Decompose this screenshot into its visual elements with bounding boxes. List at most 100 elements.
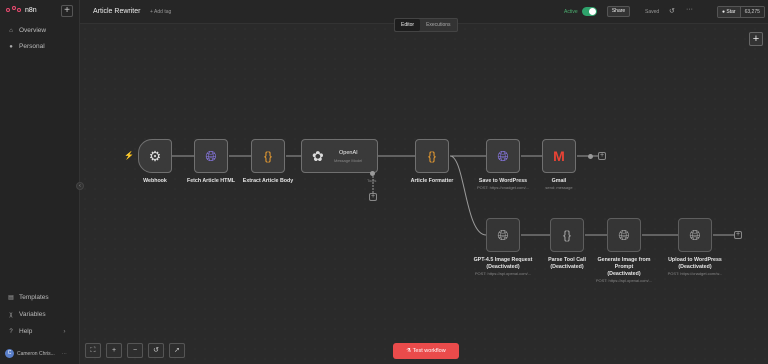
reset-zoom-button[interactable]: ↺ [148, 343, 164, 358]
webhook-icon: ⚙ [148, 148, 162, 164]
more-options-icon[interactable]: ··· [686, 6, 693, 13]
canvas-toolbar: ⛶ + − ↺ ➚ [85, 343, 185, 358]
node-label: Upload to WordPress [668, 257, 722, 263]
test-workflow-label: Test workflow [412, 348, 446, 354]
add-next-node-button[interactable]: + [734, 231, 742, 239]
gmail-icon: M [553, 148, 565, 164]
globe-icon: 🌐︎ [689, 227, 701, 243]
node-label: GPT-4.5 Image Request [473, 257, 533, 263]
share-button[interactable]: Share [607, 6, 630, 17]
node-label: Generate Image from [597, 257, 651, 263]
saved-status: Saved [645, 9, 660, 15]
code-icon: {} [427, 149, 436, 163]
sidebar-item-label: Overview [19, 27, 47, 34]
node-label: Webhook [143, 178, 167, 184]
node-webhook[interactable]: ⚙ [138, 139, 172, 173]
node-generate-image[interactable]: 🌐︎ [607, 218, 641, 252]
github-star-button[interactable]: ● Star 63,275 [717, 6, 765, 18]
history-icon[interactable]: ↺ [669, 7, 675, 15]
avatar: C [5, 349, 14, 358]
node-subtitle: POST: https://cnadget.com/... [476, 185, 530, 190]
node-article-formatter[interactable]: {} [415, 139, 449, 173]
tool-connector[interactable] [370, 171, 375, 176]
globe-icon: 🌐︎ [205, 148, 217, 164]
zoom-out-button[interactable]: − [127, 343, 143, 358]
active-toggle[interactable] [582, 7, 597, 16]
chevron-right-icon: › [63, 328, 66, 335]
output-connector[interactable] [588, 154, 593, 159]
node-subtitle: POST: https://cnadget.com/w... [667, 271, 723, 276]
node-subtitle: POST: https://api.openai.com/... [474, 271, 532, 276]
add-next-node-button[interactable]: + [598, 152, 606, 160]
zoom-in-button[interactable]: + [106, 343, 122, 358]
flask-icon: ⚗ [406, 348, 412, 354]
active-label: Active [564, 9, 578, 15]
collapse-sidebar-button[interactable]: ‹ [76, 182, 84, 190]
globe-icon: 🌐︎ [497, 227, 509, 243]
node-subtitle: Message Model [334, 158, 363, 163]
user-menu[interactable]: C Cameron Chris... ··· [5, 349, 67, 358]
star-label: Star [726, 9, 736, 15]
star-count: 63,275 [739, 7, 764, 17]
node-subtitle: send: message [545, 185, 573, 190]
node-label: OpenAI [339, 150, 358, 156]
github-icon: ● [722, 9, 726, 15]
node-label-line2: Prompt [614, 264, 634, 270]
openai-icon: ✿ [312, 148, 324, 164]
node-fetch-article-html[interactable]: 🌐︎ [194, 139, 228, 173]
node-gpt-image-request[interactable]: 🌐︎ [486, 218, 520, 252]
brand-name: n8n [25, 6, 37, 14]
node-subtitle: POST: https://api.openai.com/... [595, 278, 653, 283]
user-icon: ● [9, 43, 13, 50]
tab-executions[interactable]: Executions [420, 19, 456, 31]
user-name: Cameron Chris... [17, 350, 55, 357]
globe-icon: 🌐︎ [497, 148, 509, 164]
node-upload-to-wordpress[interactable]: 🌐︎ [678, 218, 712, 252]
home-icon: ⌂ [9, 27, 13, 34]
globe-icon: 🌐︎ [618, 227, 630, 243]
node-label: Gmail [551, 178, 567, 184]
n8n-logo-icon [6, 6, 22, 14]
code-icon: {} [263, 149, 272, 163]
node-label: Parse Tool Call [548, 257, 586, 263]
node-gmail[interactable]: M [542, 139, 576, 173]
add-node-button[interactable]: + [749, 32, 763, 46]
sidebar-item-variables[interactable]: χ Variables [8, 311, 46, 318]
node-save-to-wordpress[interactable]: 🌐︎ [486, 139, 520, 173]
node-label: Extract Article Body [242, 178, 294, 184]
node-extract-article-body[interactable]: {} [251, 139, 285, 173]
trigger-bolt-icon: ⚡ [124, 151, 134, 160]
workflow-title[interactable]: Article Rewriter [93, 8, 140, 15]
sidebar-item-label: Help [19, 328, 33, 335]
sidebar-item-templates[interactable]: ▤ Templates [8, 294, 48, 301]
test-workflow-button[interactable]: ⚗ Test workflow [393, 343, 459, 359]
node-parse-tool-call[interactable]: {} [550, 218, 584, 252]
add-tag-button[interactable]: + Add tag [150, 9, 171, 15]
editor-tabs: Editor Executions [394, 18, 458, 32]
node-label: Fetch Article HTML [186, 178, 236, 184]
fit-view-button[interactable]: ⛶ [85, 343, 101, 358]
node-label-status: (Deactivated) [486, 264, 520, 270]
sidebar-item-label: Personal [19, 43, 45, 50]
node-label-status: (Deactivated) [678, 264, 712, 270]
tab-editor[interactable]: Editor [395, 19, 421, 31]
node-label-status: (Deactivated) [550, 264, 584, 270]
help-icon: ? [9, 328, 13, 335]
select-tool-button[interactable]: ➚ [169, 343, 185, 358]
node-label: Article Formatter [410, 178, 454, 184]
sidebar-item-help[interactable]: ? Help › [8, 328, 66, 335]
sidebar-item-label: Variables [19, 311, 46, 318]
node-label-status: (Deactivated) [607, 271, 641, 277]
sidebar: n8n + ⌂ Overview ● Personal ▤ Templates … [0, 0, 80, 364]
node-label: Save to WordPress [478, 178, 528, 184]
node-openai[interactable]: ✿ OpenAI Message Model [301, 139, 378, 173]
workflow-canvas[interactable] [80, 24, 768, 364]
sidebar-item-overview[interactable]: ⌂ Overview [8, 27, 46, 34]
more-icon[interactable]: ··· [62, 351, 67, 357]
n8n-logo[interactable]: n8n [6, 6, 37, 14]
tool-connector-label: Tools [367, 178, 377, 183]
add-tool-button[interactable]: + [369, 193, 377, 201]
new-workflow-button[interactable]: + [61, 5, 73, 17]
sidebar-item-personal[interactable]: ● Personal [8, 43, 45, 50]
templates-icon: ▤ [8, 294, 14, 301]
